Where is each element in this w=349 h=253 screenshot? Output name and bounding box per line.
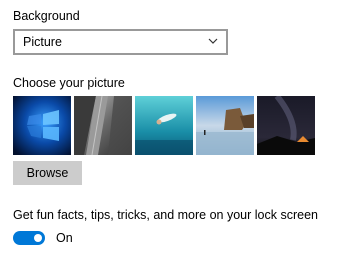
toggle-knob (34, 234, 42, 242)
picture-thumbnails (13, 96, 315, 155)
chevron-down-icon (208, 38, 218, 44)
night-sky-tent-thumbnail[interactable] (257, 96, 315, 155)
beach-rocks-thumbnail[interactable] (196, 96, 254, 155)
rock-cliff-thumbnail[interactable] (74, 96, 132, 155)
toggle-state-label: On (56, 231, 73, 245)
choose-picture-label: Choose your picture (13, 76, 125, 90)
background-label: Background (13, 9, 80, 23)
fun-facts-toggle[interactable] (13, 231, 45, 245)
fun-facts-label: Get fun facts, tips, tricks, and more on… (13, 208, 318, 222)
background-dropdown[interactable]: Picture (13, 29, 228, 55)
browse-button[interactable]: Browse (13, 161, 82, 185)
windows-logo-thumbnail[interactable] (13, 96, 71, 155)
background-dropdown-value: Picture (23, 35, 62, 49)
underwater-swimmer-thumbnail[interactable] (135, 96, 193, 155)
